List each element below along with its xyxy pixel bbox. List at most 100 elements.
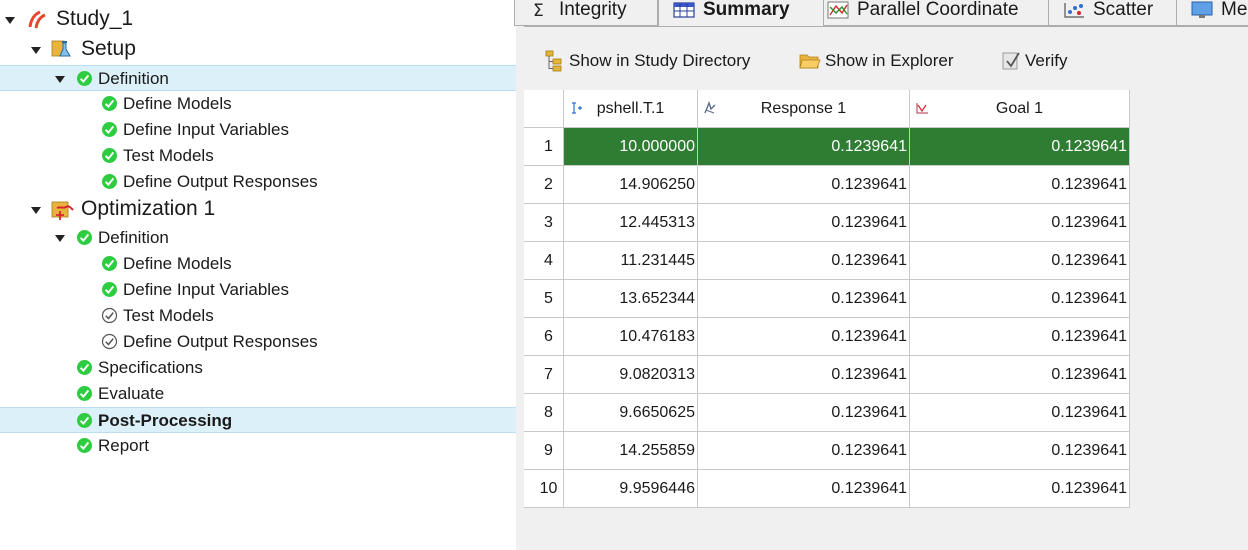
tab-label: Summary xyxy=(703,0,790,20)
chevron-down-icon[interactable] xyxy=(54,233,66,245)
svg-text:Σ: Σ xyxy=(533,1,544,19)
table-cell[interactable]: 0.1239641 xyxy=(698,166,910,204)
tab-integrity[interactable]: Σ Integrity xyxy=(514,0,658,26)
tree-item-setup[interactable]: Setup xyxy=(0,37,516,63)
table-corner[interactable] xyxy=(524,90,564,128)
tree-item-test-models[interactable]: Test Models xyxy=(0,143,516,169)
table-cell[interactable]: 0.1239641 xyxy=(910,470,1130,508)
tree-item-label: Optimization 1 xyxy=(81,197,216,220)
table-cell[interactable]: 14.906250 xyxy=(564,166,698,204)
tree-item-optimization-1[interactable]: Optimization 1 xyxy=(0,197,516,223)
chevron-down-icon[interactable] xyxy=(30,45,42,57)
scatter-icon xyxy=(1063,1,1085,19)
check-green-icon xyxy=(76,359,94,377)
show-in-explorer-button[interactable]: Show in Explorer xyxy=(798,48,954,74)
table-cell[interactable]: 0.1239641 xyxy=(910,242,1130,280)
setup-icon xyxy=(51,38,71,57)
table-cell[interactable]: 0.1239641 xyxy=(910,432,1130,470)
table-cell[interactable]: 0.1239641 xyxy=(910,280,1130,318)
check-grey-icon xyxy=(101,333,119,351)
table-cell[interactable]: 9.0820313 xyxy=(564,356,698,394)
table-cell[interactable]: 10.476183 xyxy=(564,318,698,356)
tab-summary[interactable]: Summary xyxy=(658,0,824,26)
chevron-down-icon[interactable] xyxy=(30,205,42,217)
tree-item-definition[interactable]: Definition xyxy=(0,225,516,251)
row-header[interactable]: 2 xyxy=(524,166,564,204)
table-cell[interactable]: 0.1239641 xyxy=(698,432,910,470)
tree-item-define-output-responses[interactable]: Define Output Responses xyxy=(0,329,516,355)
check-green-icon xyxy=(76,385,94,403)
table-cell[interactable]: 13.652344 xyxy=(564,280,698,318)
table-cell[interactable]: 0.1239641 xyxy=(698,204,910,242)
tree-item-study-1[interactable]: Study_1 xyxy=(0,7,516,33)
table-cell[interactable]: 9.6650625 xyxy=(564,394,698,432)
chevron-down-icon[interactable] xyxy=(4,15,16,27)
tab-label: Me xyxy=(1221,0,1248,20)
sigma-icon: Σ xyxy=(529,1,551,21)
row-header[interactable]: 5 xyxy=(524,280,564,318)
table-cell[interactable]: 0.1239641 xyxy=(910,204,1130,242)
summary-table: pshell.T.1 Response 1 Goal 1 1 10.000000 0.12… xyxy=(524,90,1130,508)
study-directory-icon xyxy=(545,50,562,72)
monitor-icon xyxy=(1191,1,1213,19)
folder-icon xyxy=(799,54,821,69)
table-cell[interactable]: 0.1239641 xyxy=(910,318,1130,356)
study-tree: Study_1 Setup Definition Define Models Defin… xyxy=(0,0,516,550)
tree-item-definition[interactable]: Definition xyxy=(0,65,516,91)
tree-item-define-models[interactable]: Define Models xyxy=(0,91,516,117)
tree-item-post-processing[interactable]: Post-Processing xyxy=(0,407,516,433)
tree-item-label: Post-Processing xyxy=(98,411,233,430)
table-cell[interactable]: 0.1239641 xyxy=(910,128,1130,166)
tab-scatter[interactable]: Scatter xyxy=(1048,0,1178,26)
table-cell[interactable]: 0.1239641 xyxy=(698,318,910,356)
row-header[interactable]: 3 xyxy=(524,204,564,242)
row-header[interactable]: 10 xyxy=(524,470,564,508)
tree-item-define-input-variables[interactable]: Define Input Variables xyxy=(0,117,516,143)
tree-item-label: Define Input Variables xyxy=(123,120,290,139)
table-cell[interactable]: 12.445313 xyxy=(564,204,698,242)
tree-item-evaluate[interactable]: Evaluate xyxy=(0,381,516,407)
column-header-label: Response 1 xyxy=(760,99,847,117)
column-header[interactable]: Goal 1 xyxy=(910,90,1130,128)
table-cell[interactable]: 0.1239641 xyxy=(910,166,1130,204)
table-cell[interactable]: 11.231445 xyxy=(564,242,698,280)
table-cell[interactable]: 14.255859 xyxy=(564,432,698,470)
column-header[interactable]: Response 1 xyxy=(698,90,910,128)
chevron-down-icon[interactable] xyxy=(54,74,66,86)
table-cell[interactable]: 10.000000 xyxy=(564,128,698,166)
table-cell[interactable]: 9.9596446 xyxy=(564,470,698,508)
table-cell[interactable]: 0.1239641 xyxy=(698,128,910,166)
row-header[interactable]: 1 xyxy=(524,128,564,166)
tree-item-specifications[interactable]: Specifications xyxy=(0,355,516,381)
tree-item-report[interactable]: Report xyxy=(0,433,516,459)
row-header[interactable]: 9 xyxy=(524,432,564,470)
check-green-icon xyxy=(76,412,94,430)
table-cell[interactable]: 0.1239641 xyxy=(698,394,910,432)
tree-item-label: Definition xyxy=(98,228,169,247)
table-cell[interactable]: 0.1239641 xyxy=(910,356,1130,394)
tree-item-label: Definition xyxy=(98,69,169,88)
verify-button[interactable]: Verify xyxy=(1000,48,1068,74)
table-cell[interactable]: 0.1239641 xyxy=(698,280,910,318)
column-header-label: pshell.T.1 xyxy=(596,99,665,117)
row-header[interactable]: 8 xyxy=(524,394,564,432)
show-in-study-directory-button[interactable]: Show in Study Directory xyxy=(544,48,750,74)
table-cell[interactable]: 0.1239641 xyxy=(698,470,910,508)
row-header[interactable]: 7 xyxy=(524,356,564,394)
table-cell[interactable]: 0.1239641 xyxy=(910,394,1130,432)
tree-item-define-models[interactable]: Define Models xyxy=(0,251,516,277)
tree-item-label: Define Input Variables xyxy=(123,280,290,299)
row-header[interactable]: 6 xyxy=(524,318,564,356)
column-header[interactable]: pshell.T.1 xyxy=(564,90,698,128)
panel-splitter[interactable] xyxy=(516,0,524,550)
tree-item-define-output-responses[interactable]: Define Output Responses xyxy=(0,169,516,195)
row-header[interactable]: 4 xyxy=(524,242,564,280)
table-cell[interactable]: 0.1239641 xyxy=(698,242,910,280)
tree-item-test-models[interactable]: Test Models xyxy=(0,303,516,329)
tree-item-label: Test Models xyxy=(123,306,214,325)
table-cell[interactable]: 0.1239641 xyxy=(698,356,910,394)
check-green-icon xyxy=(101,95,119,113)
tab-parallel-coordinate[interactable]: Parallel Coordinate xyxy=(812,0,1050,26)
tab-me[interactable]: Me xyxy=(1176,0,1248,26)
tree-item-define-input-variables[interactable]: Define Input Variables xyxy=(0,277,516,303)
